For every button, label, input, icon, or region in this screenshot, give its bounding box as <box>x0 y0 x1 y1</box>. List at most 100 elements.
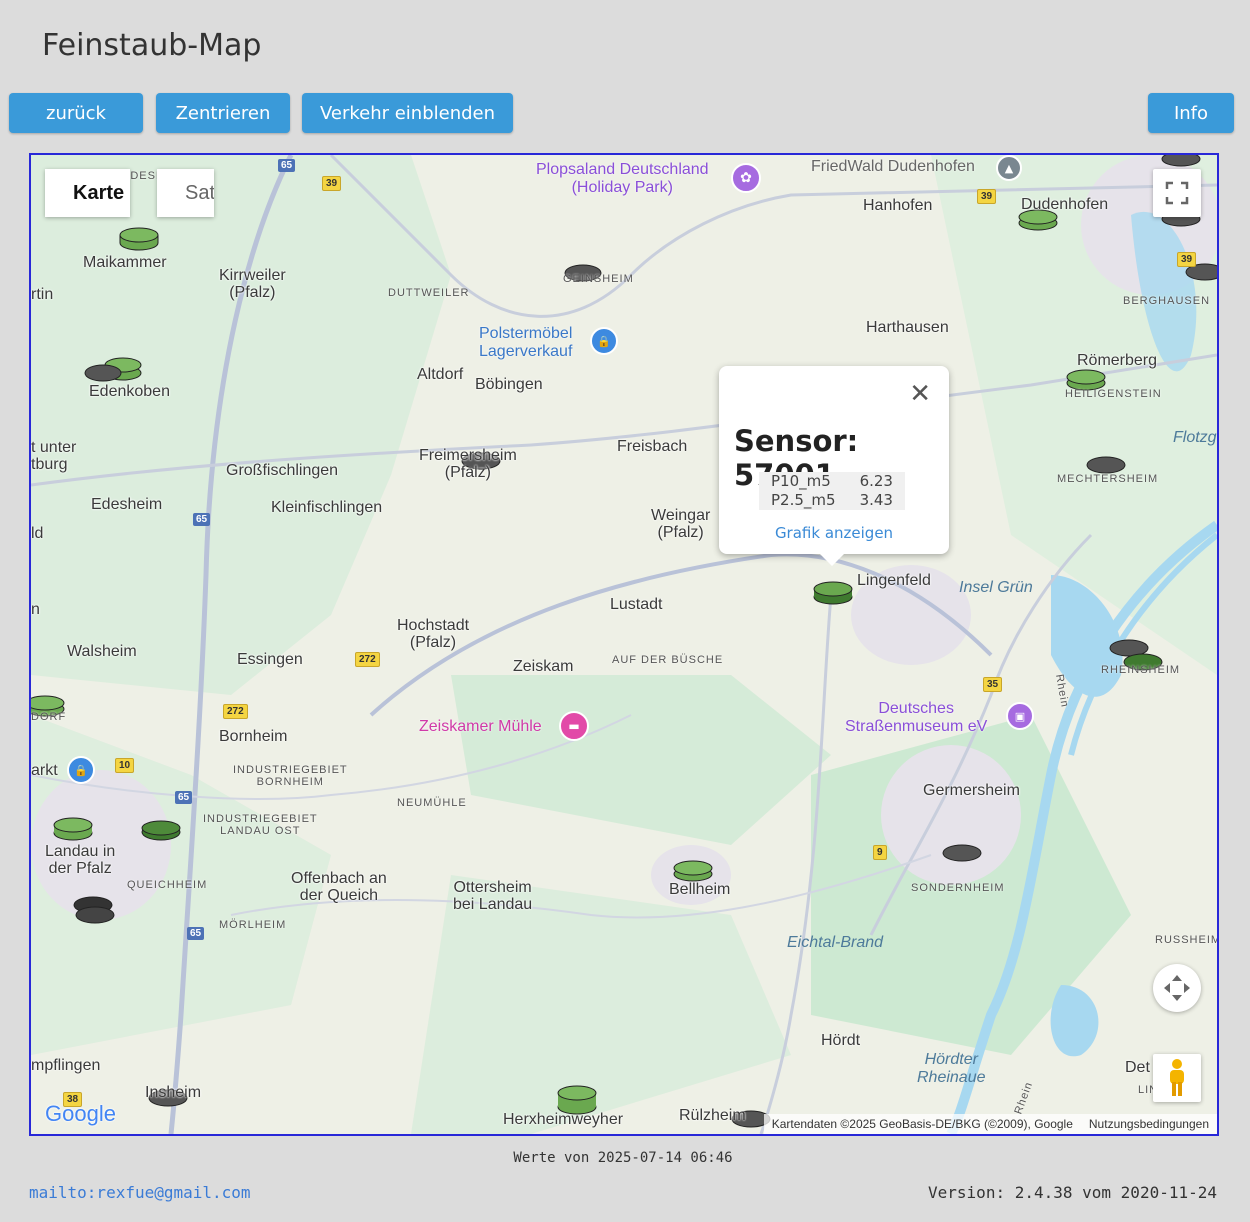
place-label: MÖRLHEIM <box>219 919 287 931</box>
place-label: Freimersheim (Pfalz) <box>419 447 517 481</box>
place-label: Großfischlingen <box>226 462 339 479</box>
show-chart-link[interactable]: Grafik anzeigen <box>719 524 949 542</box>
camera-control-button[interactable] <box>1153 964 1201 1012</box>
hotel-icon[interactable]: ▬ <box>559 711 589 741</box>
road-shield: 65 <box>278 159 296 172</box>
place-label: SONDERNHEIM <box>911 882 1005 894</box>
place-label: Hanhofen <box>863 197 933 214</box>
pegman-icon <box>1170 1059 1184 1096</box>
road-shield: 39 <box>1177 252 1197 267</box>
place-label: Offenbach an der Queich <box>291 870 387 904</box>
place-label: Römerberg <box>1077 352 1158 369</box>
place-label: MECHTERSHEIM <box>1057 473 1159 485</box>
close-icon[interactable]: ✕ <box>909 381 931 407</box>
place-label: Det <box>1125 1059 1150 1076</box>
place-label: RHEINSHEIM <box>1101 664 1181 676</box>
place-label: AUF DER BÜSCHE <box>612 654 724 666</box>
sensor-popup: ✕ Sensor: 57001 P10_m5 6.23 P2.5_m5 3.43… <box>719 366 949 566</box>
place-label: ld <box>31 525 44 542</box>
place-label: Hördt <box>821 1032 861 1049</box>
back-button[interactable]: zurück <box>9 93 143 133</box>
place-label: Maikammer <box>83 254 167 271</box>
place-label: Landau in der Pfalz <box>45 843 116 877</box>
sensor-values-table: P10_m5 6.23 P2.5_m5 3.43 <box>759 472 905 510</box>
road-shield: 10 <box>115 758 135 773</box>
poi-label[interactable]: Polstermöbel Lagerverkauf <box>479 325 572 361</box>
traffic-button[interactable]: Verkehr einblenden <box>302 93 513 133</box>
place-label: Flotzg <box>1173 429 1217 446</box>
place-label: Harthausen <box>866 319 949 336</box>
attribution-text: Kartendaten ©2025 GeoBasis-DE/BKG (©2009… <box>771 1117 1073 1131</box>
tree-icon[interactable]: ▲ <box>996 155 1022 181</box>
info-button[interactable]: Info <box>1148 93 1234 133</box>
timestamp: Werte von 2025-07-14 06:46 <box>513 1150 733 1166</box>
fullscreen-button[interactable] <box>1153 169 1201 217</box>
place-label: Altdorf <box>417 366 464 383</box>
place-label: DORF <box>31 711 67 723</box>
place-label: Herxheimweyher <box>503 1111 624 1128</box>
map[interactable]: 65 39 39 39 65 272 272 10 65 65 35 9 38 … <box>29 153 1219 1136</box>
place-label: Lustadt <box>610 596 663 613</box>
poi-label[interactable]: Deutsches Straßenmuseum eV <box>845 700 987 736</box>
road-shield: 65 <box>175 791 193 804</box>
value: 3.43 <box>859 491 893 509</box>
place-label: Germersheim <box>923 782 1020 799</box>
place-label: Kirrweiler (Pfalz) <box>219 267 286 301</box>
place-label: arkt <box>31 762 58 779</box>
center-button[interactable]: Zentrieren <box>156 93 290 133</box>
place-label: Dudenhofen <box>1021 196 1109 213</box>
street-view-button[interactable] <box>1153 1054 1201 1102</box>
table-row: P10_m5 6.23 <box>759 472 905 491</box>
place-label: Lingenfeld <box>857 572 931 589</box>
place-label: HEILIGENSTEIN <box>1065 388 1162 400</box>
road-shield: 272 <box>355 652 380 667</box>
place-label: rtin <box>31 286 54 303</box>
page-title: Feinstaub-Map <box>42 28 262 63</box>
road-shield: 272 <box>223 704 248 719</box>
mail-link[interactable]: mailto:rexfue@gmail.com <box>29 1183 251 1202</box>
place-label: t unter tburg <box>31 439 77 473</box>
place-label: Insheim <box>145 1084 202 1101</box>
park-icon[interactable]: ✿ <box>731 163 761 193</box>
map-type-map-button[interactable]: Karte <box>45 169 130 217</box>
place-label: Essingen <box>237 651 303 668</box>
place-label: n <box>31 601 40 618</box>
place-label: Kleinfischlingen <box>271 499 383 516</box>
value-name: P2.5_m5 <box>771 491 836 509</box>
road-shield: 35 <box>983 677 1003 692</box>
place-label: DUTTWEILER <box>388 287 470 299</box>
place-label: NEUMÜHLE <box>397 797 467 809</box>
shopping-icon[interactable]: 🔒 <box>67 756 95 784</box>
place-label: Freisbach <box>617 438 688 455</box>
map-attribution: Kartendaten ©2025 GeoBasis-DE/BKG (©2009… <box>763 1114 1217 1134</box>
shopping-icon[interactable]: 🔒 <box>590 327 618 355</box>
road-shield: 39 <box>977 189 997 204</box>
poi-label[interactable]: FriedWald Dudenhofen <box>811 158 975 176</box>
place-label: Ottersheim bei Landau <box>453 879 533 913</box>
poi-label[interactable]: Plopsaland Deutschland (Holiday Park) <box>536 161 709 197</box>
poi-label[interactable]: Zeiskamer Mühle <box>419 718 542 736</box>
place-label: Zeiskam <box>513 658 574 675</box>
place-label: BERGHAUSEN <box>1123 295 1211 307</box>
place-label: INDUSTRIEGEBIET LANDAU OST <box>203 813 318 837</box>
table-row: P2.5_m5 3.43 <box>759 491 905 510</box>
road-shield: 65 <box>187 927 205 940</box>
version-text: Version: 2.4.38 vom 2020-11-24 <box>928 1183 1217 1202</box>
terms-link[interactable]: Nutzungsbedingungen <box>1081 1117 1217 1131</box>
place-label: Insel Grün <box>959 579 1033 596</box>
popup-tip <box>819 553 845 566</box>
google-logo: Google <box>45 1101 116 1126</box>
place-label: Edenkoben <box>89 383 170 400</box>
place-label: Walsheim <box>67 643 137 660</box>
museum-icon[interactable]: ▣ <box>1006 702 1034 730</box>
road-shield: 65 <box>193 513 211 526</box>
place-label: Hördter Rheinaue <box>917 1051 986 1086</box>
place-label: Rülzheim <box>679 1107 746 1124</box>
place-label: Weingar (Pfalz) <box>651 507 711 541</box>
map-type-satellite-button[interactable]: Satellit <box>157 169 214 217</box>
place-label: Bornheim <box>219 728 288 745</box>
place-label: Edesheim <box>91 496 163 513</box>
place-label: Böbingen <box>475 376 543 393</box>
road-shield: 39 <box>322 176 342 191</box>
road-shield: 9 <box>873 845 887 860</box>
